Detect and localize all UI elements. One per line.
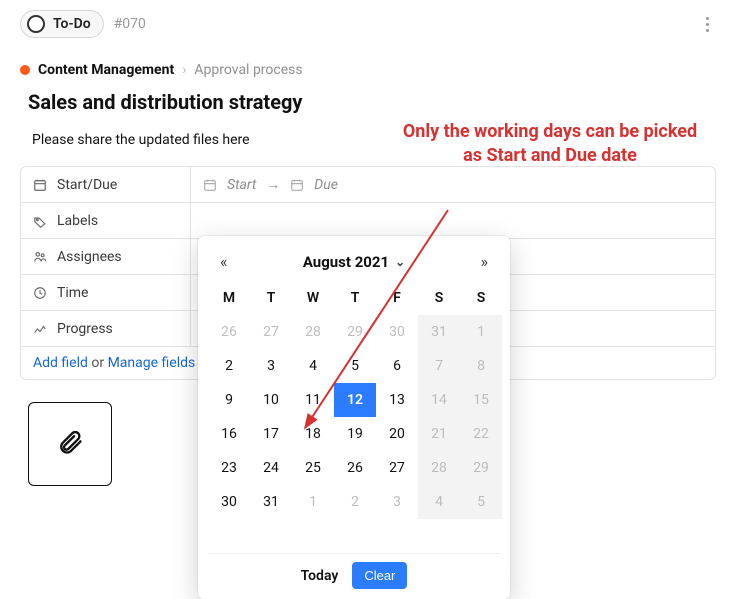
- day-cell[interactable]: 2: [208, 349, 250, 383]
- day-cell[interactable]: 19: [334, 417, 376, 451]
- field-row-start-due: Start/Due Start → Due: [21, 167, 715, 203]
- day-cell[interactable]: 6: [376, 349, 418, 383]
- datepicker-prev-button[interactable]: «: [214, 250, 234, 273]
- calendar-icon: [33, 178, 47, 192]
- day-cell[interactable]: 12: [334, 383, 376, 417]
- day-cell[interactable]: 16: [208, 417, 250, 451]
- datepicker-month-select[interactable]: August 2021 ⌄: [303, 253, 405, 271]
- day-cell[interactable]: 29: [334, 315, 376, 349]
- day-cell[interactable]: 4: [292, 349, 334, 383]
- day-cell-weekend: 15: [460, 383, 502, 417]
- weekday-header: S: [418, 281, 460, 315]
- day-cell-weekend: 5: [460, 485, 502, 519]
- day-cell[interactable]: 27: [376, 451, 418, 485]
- status-label: To-Do: [53, 16, 91, 32]
- field-label-start-due: Start/Due: [57, 177, 117, 193]
- labels-value[interactable]: [191, 203, 715, 238]
- people-icon: [33, 250, 47, 264]
- start-due-value[interactable]: Start → Due: [191, 167, 715, 202]
- field-label-time: Time: [57, 285, 88, 301]
- day-cell[interactable]: 13: [376, 383, 418, 417]
- day-cell[interactable]: 17: [250, 417, 292, 451]
- day-cell[interactable]: 2: [334, 485, 376, 519]
- day-cell[interactable]: 1: [292, 485, 334, 519]
- day-cell[interactable]: 30: [376, 315, 418, 349]
- day-cell[interactable]: 28: [292, 315, 334, 349]
- project-color-dot: [20, 65, 30, 75]
- status-ring-icon: [27, 15, 45, 33]
- annotation-text: Only the working days can be picked as S…: [400, 120, 700, 169]
- add-field-link[interactable]: Add field: [33, 355, 88, 371]
- status-pill[interactable]: To-Do: [20, 10, 104, 38]
- day-cell-weekend: 31: [418, 315, 460, 349]
- day-cell[interactable]: 20: [376, 417, 418, 451]
- due-placeholder: Due: [314, 177, 338, 193]
- day-cell-weekend: 22: [460, 417, 502, 451]
- or-text: or: [88, 355, 108, 371]
- day-cell[interactable]: 9: [208, 383, 250, 417]
- manage-fields-link[interactable]: Manage fields: [108, 355, 196, 371]
- field-label-labels: Labels: [57, 213, 98, 229]
- weekday-header: S: [460, 281, 502, 315]
- weekday-header: T: [334, 281, 376, 315]
- day-cell[interactable]: 18: [292, 417, 334, 451]
- start-placeholder: Start: [227, 177, 256, 193]
- weekday-header: T: [250, 281, 292, 315]
- breadcrumb-project[interactable]: Content Management: [38, 62, 174, 78]
- day-cell[interactable]: 30: [208, 485, 250, 519]
- calendar-icon: [203, 178, 217, 192]
- datepicker-next-button[interactable]: »: [474, 250, 494, 273]
- datepicker-popup: « August 2021 ⌄ » MTWTFSS 26272829303112…: [198, 236, 510, 599]
- day-cell-weekend: 7: [418, 349, 460, 383]
- arrow-right-icon: →: [266, 176, 280, 193]
- breadcrumb: Content Management › Approval process: [0, 44, 736, 84]
- datepicker-today-button[interactable]: Today: [301, 568, 339, 584]
- day-cell[interactable]: 26: [208, 315, 250, 349]
- datepicker-grid: MTWTFSS 26272829303112345678910111213141…: [208, 281, 502, 519]
- progress-icon: [33, 322, 47, 336]
- tag-icon: [33, 214, 47, 228]
- annotation-weekday-highlight: [208, 519, 417, 549]
- day-cell-weekend: 21: [418, 417, 460, 451]
- day-cell[interactable]: 26: [334, 451, 376, 485]
- weekday-header: F: [376, 281, 418, 315]
- clock-icon: [33, 286, 47, 300]
- more-menu-button[interactable]: [698, 13, 716, 36]
- breadcrumb-state[interactable]: Approval process: [194, 62, 302, 78]
- weekday-header: M: [208, 281, 250, 315]
- day-cell[interactable]: 25: [292, 451, 334, 485]
- paperclip-icon: [56, 428, 84, 460]
- day-cell[interactable]: 3: [376, 485, 418, 519]
- day-cell[interactable]: 23: [208, 451, 250, 485]
- day-cell[interactable]: 31: [250, 485, 292, 519]
- day-cell[interactable]: 3: [250, 349, 292, 383]
- chevron-down-icon: ⌄: [395, 255, 405, 269]
- day-cell-weekend: 4: [418, 485, 460, 519]
- day-cell[interactable]: 24: [250, 451, 292, 485]
- day-cell[interactable]: 10: [250, 383, 292, 417]
- datepicker-month-label: August 2021: [303, 253, 389, 271]
- day-cell-weekend: 29: [460, 451, 502, 485]
- field-label-progress: Progress: [57, 321, 113, 337]
- datepicker-clear-button[interactable]: Clear: [352, 562, 407, 589]
- day-cell-weekend: 14: [418, 383, 460, 417]
- field-row-labels: Labels: [21, 203, 715, 239]
- chevron-right-icon: ›: [182, 62, 186, 78]
- day-cell[interactable]: 5: [334, 349, 376, 383]
- attachment-add-button[interactable]: [28, 402, 112, 486]
- day-cell[interactable]: 27: [250, 315, 292, 349]
- day-cell[interactable]: 11: [292, 383, 334, 417]
- day-cell-weekend: 8: [460, 349, 502, 383]
- day-cell-weekend: 1: [460, 315, 502, 349]
- weekday-header: W: [292, 281, 334, 315]
- day-cell-weekend: 28: [418, 451, 460, 485]
- calendar-icon: [290, 178, 304, 192]
- field-label-assignees: Assignees: [57, 249, 122, 265]
- issue-number: #070: [114, 16, 146, 32]
